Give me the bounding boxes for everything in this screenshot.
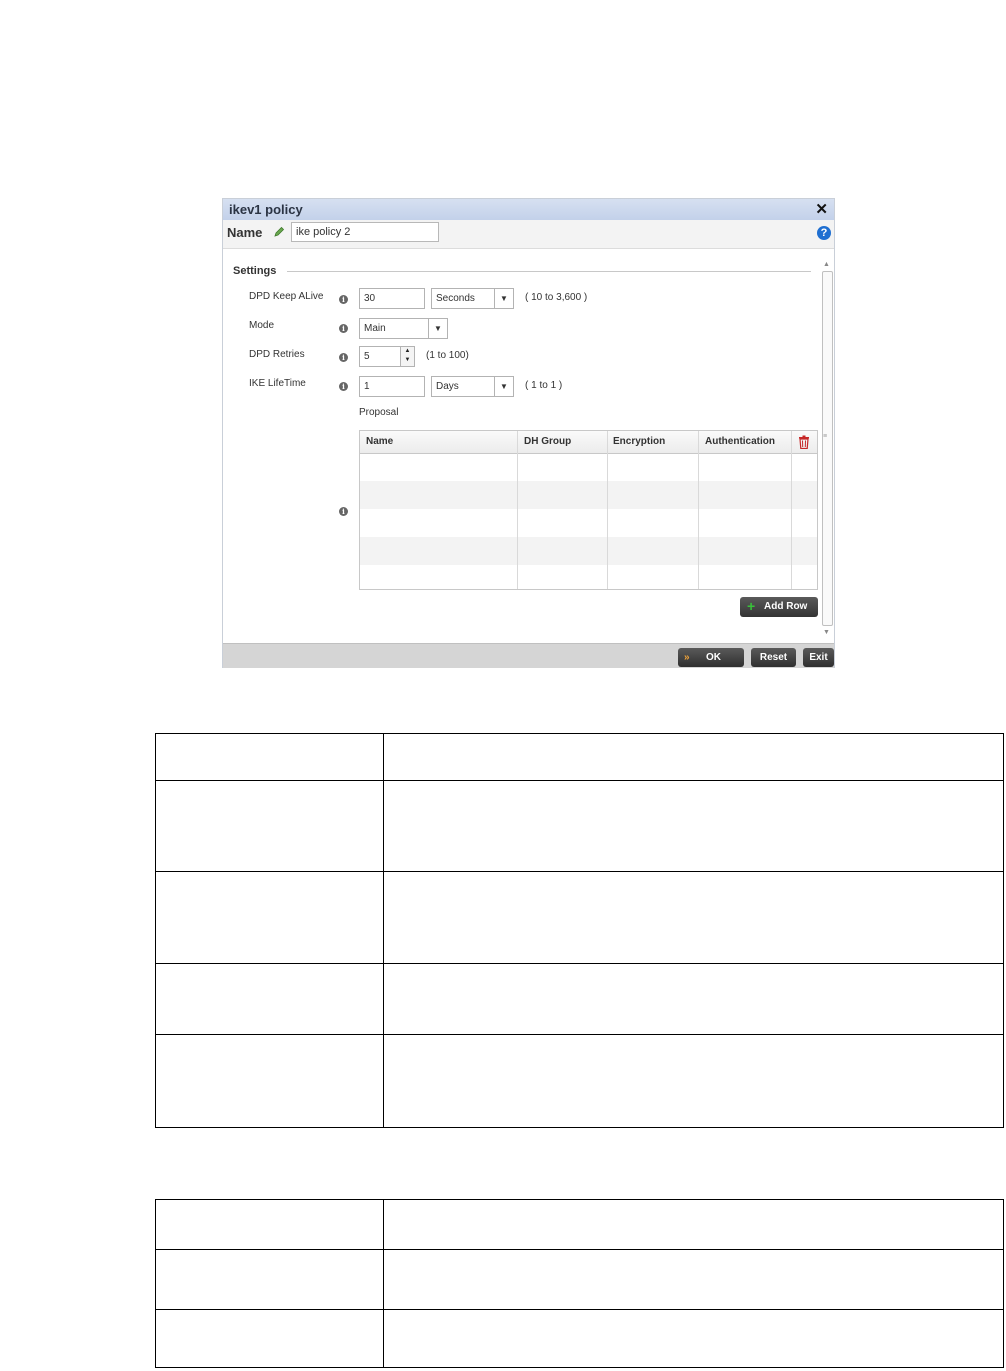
info-icon[interactable]: i — [339, 353, 348, 362]
table-row — [155, 733, 1004, 781]
column-divider — [698, 431, 699, 589]
table-row — [155, 1199, 1004, 1250]
chevron-down-icon: ▼ — [428, 319, 447, 338]
dpd-keepalive-input[interactable] — [359, 288, 425, 309]
ike-lifetime-unit-value: Days — [436, 381, 459, 392]
ike-lifetime-range: ( 1 to 1 ) — [525, 380, 563, 391]
trash-icon[interactable] — [798, 435, 810, 449]
table-row — [155, 1034, 1004, 1128]
double-chevron-right-icon: » — [684, 652, 690, 663]
mode-select[interactable]: Main ▼ — [359, 318, 448, 339]
exit-button[interactable]: Exit — [803, 648, 834, 667]
column-divider — [607, 431, 608, 589]
dpd-retries-label: DPD Retries — [249, 349, 305, 360]
column-header-encryption[interactable]: Encryption — [613, 436, 665, 447]
add-row-button[interactable]: + Add Row — [740, 597, 818, 617]
dialog-title: ikev1 policy — [229, 202, 303, 217]
table-row — [155, 871, 1004, 964]
ok-label: OK — [706, 652, 721, 663]
table-row[interactable] — [360, 565, 817, 589]
chevron-down-icon: ▼ — [494, 377, 513, 396]
table-row — [155, 963, 1004, 1035]
name-input[interactable] — [291, 222, 439, 242]
info-icon[interactable]: i — [339, 507, 348, 516]
reset-button[interactable]: Reset — [751, 648, 796, 667]
settings-description-table — [155, 733, 1004, 1128]
table-row — [155, 780, 1004, 872]
ikev1-policy-dialog: ikev1 policy ✕ Name ? Settings DPD Keep … — [222, 198, 835, 668]
mode-label: Mode — [249, 320, 275, 331]
column-header-name[interactable]: Name — [366, 436, 393, 447]
proposal-table: Name DH Group Encryption Authentication — [359, 430, 818, 590]
chevron-down-icon: ▼ — [494, 289, 513, 308]
proposal-table-header: Name DH Group Encryption Authentication — [360, 431, 817, 454]
add-row-label: Add Row — [764, 601, 808, 612]
dialog-body: Settings DPD Keep ALive i Seconds ▼ ( 10… — [223, 249, 820, 642]
scrollbar-thumb[interactable] — [822, 271, 833, 626]
info-icon[interactable]: i — [339, 324, 348, 333]
column-divider — [517, 431, 518, 589]
ike-lifetime-label: IKE LifeTime — [249, 378, 306, 389]
table-row — [155, 1249, 1004, 1310]
settings-divider — [287, 271, 811, 272]
settings-heading: Settings — [233, 265, 277, 277]
close-icon[interactable]: ✕ — [815, 200, 828, 218]
table-row[interactable] — [360, 453, 817, 481]
plus-icon: + — [747, 598, 756, 614]
name-bar: Name ? — [223, 220, 834, 249]
ok-button[interactable]: » OK — [678, 648, 744, 667]
stepper-up-icon[interactable]: ▲ — [401, 347, 414, 356]
dpd-keepalive-range: ( 10 to 3,600 ) — [525, 292, 588, 303]
scroll-up-icon[interactable]: ▲ — [823, 261, 830, 268]
ike-lifetime-unit-select[interactable]: Days ▼ — [431, 376, 514, 397]
info-icon[interactable]: i — [339, 382, 348, 391]
dialog-titlebar: ikev1 policy ✕ — [223, 199, 834, 221]
column-header-dh-group[interactable]: DH Group — [524, 436, 571, 447]
dpd-retries-stepper[interactable]: ▲ ▼ — [400, 346, 415, 367]
dpd-keepalive-label: DPD Keep ALive — [249, 291, 324, 302]
table-row[interactable] — [360, 509, 817, 537]
dpd-retries-range: (1 to 100) — [426, 350, 469, 361]
dpd-keepalive-unit-value: Seconds — [436, 293, 475, 304]
pencil-icon — [274, 226, 285, 237]
ike-lifetime-input[interactable] — [359, 376, 425, 397]
dpd-retries-input[interactable] — [359, 346, 401, 367]
dpd-keepalive-unit-select[interactable]: Seconds ▼ — [431, 288, 514, 309]
column-divider — [791, 431, 792, 589]
proposal-label: Proposal — [359, 407, 399, 418]
info-icon[interactable]: i — [339, 295, 348, 304]
stepper-down-icon[interactable]: ▼ — [401, 356, 414, 365]
table-row[interactable] — [360, 481, 817, 509]
scroll-down-icon[interactable]: ▼ — [823, 629, 830, 636]
vertical-scrollbar[interactable]: ▲ ≡ ▼ — [820, 261, 835, 643]
table-row[interactable] — [360, 537, 817, 565]
table-row — [155, 1309, 1004, 1368]
proposal-description-table — [155, 1199, 1004, 1368]
name-label: Name — [227, 225, 263, 240]
column-header-authentication[interactable]: Authentication — [705, 436, 775, 447]
help-icon[interactable]: ? — [817, 226, 831, 240]
mode-value: Main — [364, 323, 386, 334]
dialog-footer: » OK Reset Exit — [223, 643, 834, 668]
grip-icon: ≡ — [823, 433, 828, 440]
